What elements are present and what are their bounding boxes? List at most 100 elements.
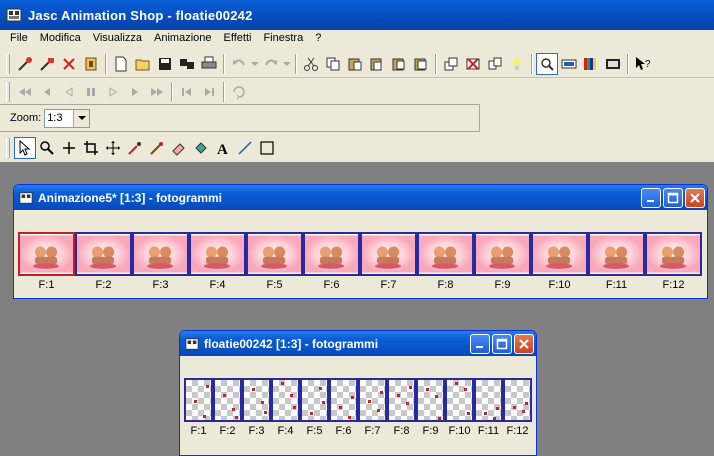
new-file-icon[interactable] bbox=[110, 53, 132, 75]
wizard-optimize-icon[interactable] bbox=[80, 53, 102, 75]
frame-cell[interactable]: F:6 bbox=[329, 378, 358, 437]
toolbar-grip[interactable] bbox=[6, 82, 10, 102]
undo-icon[interactable] bbox=[228, 53, 250, 75]
frame-cell[interactable]: F:3 bbox=[242, 378, 271, 437]
maximize-button[interactable] bbox=[663, 187, 683, 208]
first-frame-icon[interactable] bbox=[14, 81, 36, 103]
minimize-button[interactable] bbox=[470, 333, 490, 354]
previous-frame-icon[interactable] bbox=[36, 81, 58, 103]
frame-cell[interactable]: F:4 bbox=[271, 378, 300, 437]
menu-effetti[interactable]: Effetti bbox=[218, 30, 258, 47]
close-button[interactable] bbox=[514, 333, 534, 354]
film-strip-icon[interactable] bbox=[602, 53, 624, 75]
frame-cell[interactable]: F:1 bbox=[18, 232, 75, 291]
toolbar-grip[interactable] bbox=[6, 53, 10, 74]
dropper-icon[interactable] bbox=[124, 137, 146, 159]
menu-visualizza[interactable]: Visualizza bbox=[87, 30, 148, 47]
next-frame-icon[interactable] bbox=[124, 81, 146, 103]
magnifier-icon[interactable] bbox=[536, 52, 558, 75]
save-frames-icon[interactable] bbox=[176, 53, 198, 75]
zoom-tool-icon[interactable] bbox=[36, 137, 58, 159]
text-tool-icon[interactable]: A bbox=[212, 137, 234, 159]
menu-animazione[interactable]: Animazione bbox=[148, 30, 217, 47]
brush-icon[interactable] bbox=[146, 137, 168, 159]
frame-cell[interactable]: F:10 bbox=[445, 378, 474, 437]
print-icon[interactable] bbox=[198, 53, 220, 75]
toolbar-grip[interactable] bbox=[6, 138, 10, 158]
frame-cell[interactable]: F:3 bbox=[132, 232, 189, 291]
delete-frames-icon[interactable] bbox=[462, 53, 484, 75]
paste-after-icon[interactable] bbox=[388, 53, 410, 75]
frame-cell[interactable]: F:12 bbox=[645, 232, 702, 291]
step-forward-icon[interactable] bbox=[198, 81, 220, 103]
frame-thumbnail bbox=[474, 232, 531, 276]
undo-dropdown-icon[interactable] bbox=[250, 53, 260, 75]
frame-cell[interactable]: F:7 bbox=[358, 378, 387, 437]
frame-properties-icon[interactable] bbox=[558, 53, 580, 75]
frame-cell[interactable]: F:11 bbox=[474, 378, 503, 437]
paste-icon[interactable] bbox=[344, 53, 366, 75]
paste-frame-icon[interactable] bbox=[410, 53, 432, 75]
frame-cell[interactable]: F:11 bbox=[588, 232, 645, 291]
color-palette-icon[interactable] bbox=[580, 53, 602, 75]
frame-cell[interactable]: F:6 bbox=[303, 232, 360, 291]
frame-cell[interactable]: F:8 bbox=[417, 232, 474, 291]
move-icon[interactable] bbox=[102, 137, 124, 159]
redo-dropdown-icon[interactable] bbox=[282, 53, 292, 75]
frame-cell[interactable]: F:2 bbox=[213, 378, 242, 437]
floatie-frames-window[interactable]: floatie00242 [1:3] - fotogrammi F:1 F:2 F:… bbox=[179, 330, 537, 456]
frame-label: F:3 bbox=[248, 425, 265, 437]
frame-cell[interactable]: F:8 bbox=[387, 378, 416, 437]
wizard-transition-icon[interactable] bbox=[58, 53, 80, 75]
frame-cell[interactable]: F:9 bbox=[474, 232, 531, 291]
menu-modifica[interactable]: Modifica bbox=[34, 30, 87, 47]
maximize-button[interactable] bbox=[492, 333, 512, 354]
frame-cell[interactable]: F:9 bbox=[416, 378, 445, 437]
menu-file[interactable]: File bbox=[4, 30, 34, 47]
zoom-select[interactable]: 1:3 bbox=[44, 108, 91, 128]
resize-frames-icon[interactable] bbox=[484, 53, 506, 75]
line-tool-icon[interactable] bbox=[234, 137, 256, 159]
last-frame-icon[interactable] bbox=[146, 81, 168, 103]
window-titlebar[interactable]: floatie00242 [1:3] - fotogrammi bbox=[180, 331, 536, 356]
crop-icon[interactable] bbox=[80, 137, 102, 159]
red-dot bbox=[203, 415, 206, 418]
wizard-banner-icon[interactable] bbox=[36, 53, 58, 75]
crop-frames-icon[interactable] bbox=[440, 53, 462, 75]
menu-help[interactable]: ? bbox=[309, 30, 327, 47]
frame-cell[interactable]: F:1 bbox=[184, 378, 213, 437]
frame-cell[interactable]: F:5 bbox=[246, 232, 303, 291]
frame-cell[interactable]: F:2 bbox=[75, 232, 132, 291]
loop-icon[interactable] bbox=[228, 81, 250, 103]
frame-cell[interactable]: F:5 bbox=[300, 378, 329, 437]
rectangle-tool-icon[interactable] bbox=[256, 137, 278, 159]
play-icon[interactable] bbox=[102, 81, 124, 103]
frame-cell[interactable]: F:4 bbox=[189, 232, 246, 291]
wizard-animation-icon[interactable] bbox=[14, 53, 36, 75]
eraser-icon[interactable] bbox=[168, 137, 190, 159]
frame-cell[interactable]: F:10 bbox=[531, 232, 588, 291]
window-titlebar[interactable]: Animazione5* [1:3] - fotogrammi bbox=[14, 185, 707, 210]
play-reverse-icon[interactable] bbox=[58, 81, 80, 103]
redo-icon[interactable] bbox=[260, 53, 282, 75]
lightbulb-icon[interactable] bbox=[506, 53, 528, 75]
arrow-select-icon[interactable] bbox=[14, 137, 36, 159]
frame-cell[interactable]: F:7 bbox=[360, 232, 417, 291]
save-icon[interactable] bbox=[154, 53, 176, 75]
crosshair-icon[interactable] bbox=[58, 137, 80, 159]
toolbar-separator bbox=[223, 53, 225, 74]
paste-before-icon[interactable] bbox=[366, 53, 388, 75]
context-help-icon[interactable]: ? bbox=[632, 53, 654, 75]
cut-icon[interactable] bbox=[300, 53, 322, 75]
copy-icon[interactable] bbox=[322, 53, 344, 75]
close-button[interactable] bbox=[685, 187, 705, 208]
pause-icon[interactable] bbox=[80, 81, 102, 103]
frame-cell[interactable]: F:12 bbox=[503, 378, 532, 437]
menu-finestra[interactable]: Finestra bbox=[257, 30, 309, 47]
minimize-button[interactable] bbox=[641, 187, 661, 208]
open-folder-icon[interactable] bbox=[132, 53, 154, 75]
fill-bucket-icon[interactable] bbox=[190, 137, 212, 159]
animation-frames-window[interactable]: Animazione5* [1:3] - fotogrammi F:1 F:2 F:… bbox=[13, 184, 708, 299]
chevron-down-icon[interactable] bbox=[73, 109, 90, 127]
step-back-icon[interactable] bbox=[176, 81, 198, 103]
